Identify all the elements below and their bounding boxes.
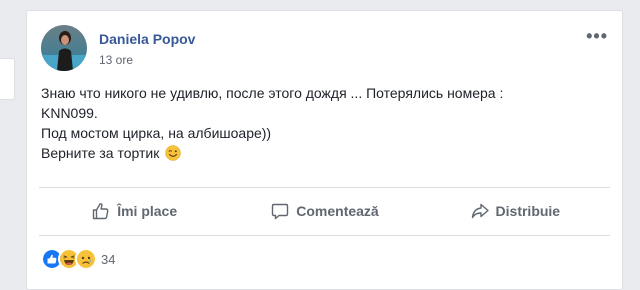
like-button[interactable]: Îmi place <box>39 189 229 233</box>
post-line-text: Верните за тортик <box>41 145 160 161</box>
post-header: Daniela Popov 13 ore ••• <box>41 25 608 73</box>
reaction-count: 34 <box>101 251 116 267</box>
adjacent-panel-edge <box>0 58 15 100</box>
share-button[interactable]: Distribuie <box>420 189 610 233</box>
comment-label: Comentează <box>296 203 379 219</box>
post-body: Знаю что никого не удивлю, после этого д… <box>41 83 606 163</box>
share-label: Distribuie <box>495 203 561 219</box>
wink-emoji-icon <box>165 145 182 161</box>
post-card: Daniela Popov 13 ore ••• Знаю что никого… <box>26 10 623 290</box>
post-line-last: Верните за тортик <box>41 143 606 163</box>
divider <box>39 187 610 188</box>
thumbs-up-icon <box>93 203 109 220</box>
sad-reaction-icon <box>75 248 97 270</box>
more-options-icon[interactable]: ••• <box>586 27 608 45</box>
author-name[interactable]: Daniela Popov <box>99 31 195 47</box>
share-arrow-icon <box>471 203 489 219</box>
post-line: Знаю что никого не удивлю, после этого д… <box>41 85 504 101</box>
divider <box>39 235 610 236</box>
post-line: KNN099. <box>41 105 98 121</box>
comment-bubble-icon <box>272 203 289 220</box>
comment-button[interactable]: Comentează <box>229 189 419 233</box>
like-label: Îmi place <box>117 203 178 219</box>
post-timestamp[interactable]: 13 ore <box>99 53 133 67</box>
avatar[interactable] <box>41 25 87 71</box>
post-actions: Îmi place Comentează Distribuie <box>39 189 610 233</box>
reactions-summary[interactable]: 34 <box>41 248 116 270</box>
post-line: Под мостом цирка, на албишоаре)) <box>41 125 272 141</box>
